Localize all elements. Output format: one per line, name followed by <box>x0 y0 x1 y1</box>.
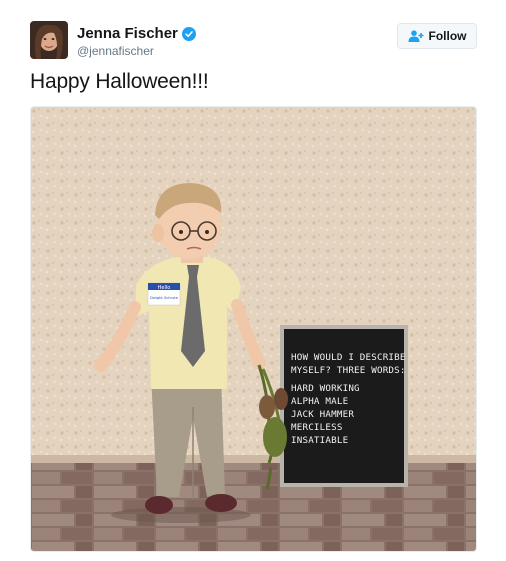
avatar-image <box>30 21 68 59</box>
board-line: HOW WOULD I DESCRIBE <box>291 352 406 363</box>
tweet-photo[interactable]: HOW WOULD I DESCRIBE MYSELF? THREE WORDS… <box>30 106 477 552</box>
board-line: ALPHA MALE <box>291 396 348 407</box>
letter-board: HOW WOULD I DESCRIBE MYSELF? THREE WORDS… <box>280 325 408 487</box>
board-line: MYSELF? THREE WORDS: <box>291 365 406 376</box>
board-line: HARD WORKING <box>291 383 360 394</box>
board-line: MERCILESS <box>291 422 343 433</box>
follow-button[interactable]: Follow <box>397 23 477 49</box>
follow-button-label: Follow <box>428 29 467 43</box>
paver-ground <box>31 463 476 551</box>
user-name-row: Jenna Fischer <box>77 25 196 42</box>
display-name[interactable]: Jenna Fischer <box>77 25 178 42</box>
board-line: JACK HAMMER <box>291 409 354 420</box>
board-line: INSATIABLE <box>291 435 348 446</box>
tweet-text: Happy Halloween!!! <box>30 70 209 93</box>
stucco-wall <box>31 107 476 459</box>
photo-scene: HOW WOULD I DESCRIBE MYSELF? THREE WORDS… <box>31 107 476 551</box>
avatar[interactable] <box>30 21 68 59</box>
name-tag: Hello Dwight Schrute <box>147 282 181 306</box>
name-tag-name: Dwight Schrute <box>150 296 179 300</box>
name-tag-header: Hello <box>158 285 171 291</box>
verified-badge-icon <box>181 26 196 41</box>
user-handle[interactable]: @jennafischer <box>77 44 154 58</box>
follow-user-icon <box>408 30 423 42</box>
